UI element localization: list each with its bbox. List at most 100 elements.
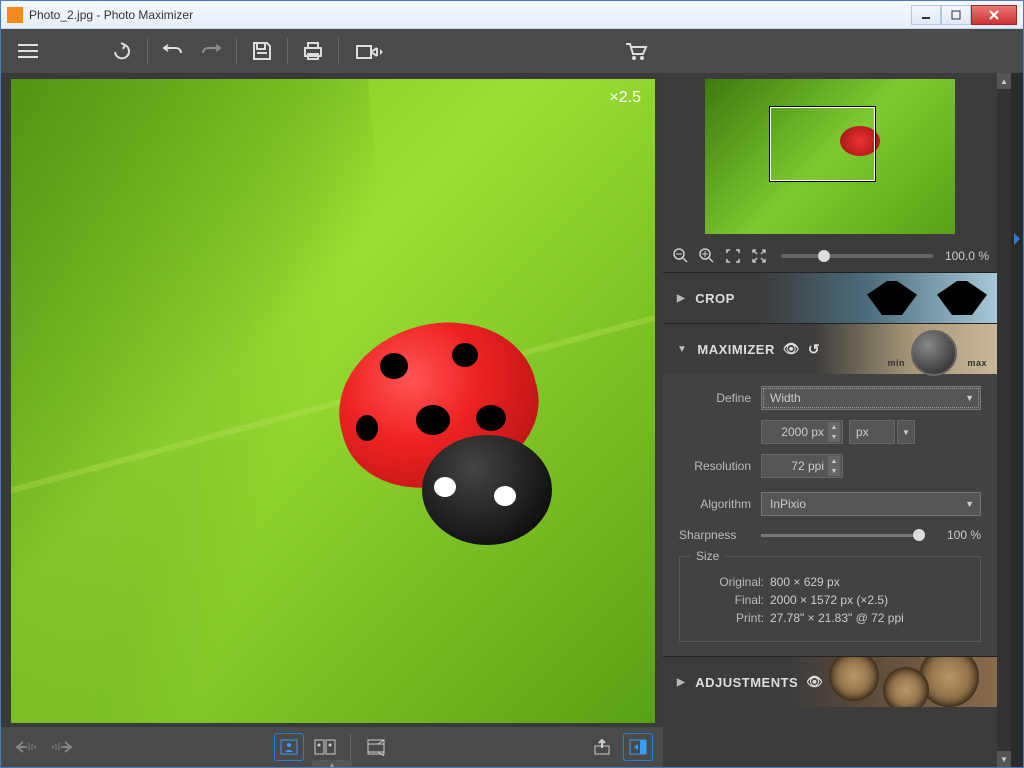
app-body: ×2.5 <box>1 29 1023 767</box>
zoom-out-button[interactable] <box>671 246 691 266</box>
unit-select[interactable]: px <box>849 420 895 444</box>
width-spinner[interactable]: 2000 px ▲ ▼ <box>761 420 843 444</box>
zoom-slider[interactable] <box>781 254 933 258</box>
final-value: 2000 × 1572 px (×2.5) <box>770 593 888 607</box>
filmstrip-icon <box>366 738 386 756</box>
zoom-controls: 100.0 % <box>663 240 997 272</box>
caret-down-icon: ▼ <box>965 499 974 509</box>
print-button[interactable] <box>296 34 330 68</box>
canvas-wrap: ×2.5 <box>1 73 663 767</box>
prev-image-button[interactable] <box>11 733 41 761</box>
crop-hands-graphic <box>867 281 987 315</box>
spinner-up-icon[interactable]: ▲ <box>828 422 840 432</box>
navigator-thumb[interactable] <box>705 79 955 234</box>
adjustments-header[interactable]: ▶ ADJUSTMENTS 👁 <box>663 657 997 707</box>
bottom-handle[interactable]: ▴ <box>312 760 352 767</box>
image-canvas[interactable]: ×2.5 <box>11 79 655 723</box>
print-icon <box>302 41 324 61</box>
crop-label: CROP <box>695 291 735 306</box>
redo-button[interactable] <box>194 34 228 68</box>
zoom-in-button[interactable] <box>697 246 717 266</box>
zoom-percent-label: 100.0 % <box>945 249 989 263</box>
sharpness-slider[interactable] <box>761 534 919 537</box>
film-strip-button[interactable] <box>361 733 391 761</box>
define-select[interactable]: Width ▼ <box>761 386 981 410</box>
sharpness-value: 100 % <box>929 528 981 542</box>
scroll-up-icon[interactable]: ▲ <box>997 73 1011 89</box>
section-maximizer: ▼ MAXIMIZER 👁 ↺ min max Define <box>663 323 997 656</box>
spinner-up-icon[interactable]: ▲ <box>828 456 840 466</box>
redo-icon <box>200 43 222 59</box>
resolution-label: Resolution <box>679 459 751 473</box>
spinner-down-icon[interactable]: ▼ <box>828 466 840 476</box>
size-legend: Size <box>690 549 725 563</box>
dial-max-label: max <box>967 358 987 368</box>
sharpness-knob[interactable] <box>913 529 925 541</box>
undo-button[interactable] <box>156 34 190 68</box>
prev-arrow-icon <box>15 740 37 754</box>
collapse-arrow-icon: ▶ <box>677 293 685 304</box>
crop-header[interactable]: ▶ CROP <box>663 273 997 323</box>
actual-size-icon <box>751 248 767 264</box>
print-value: 27.78" × 21.83" @ 72 ppi <box>770 611 904 625</box>
minimize-button[interactable] <box>911 5 941 25</box>
view-compare-button[interactable] <box>310 733 340 761</box>
panel-toggle-button[interactable] <box>623 733 653 761</box>
resolution-spinner[interactable]: 72 ppi ▲ ▼ <box>761 454 843 478</box>
panel-scrollbar[interactable]: ▲ ▼ <box>997 73 1011 767</box>
save-icon <box>252 41 272 61</box>
caret-down-icon: ▼ <box>965 393 974 403</box>
spinner-down-icon[interactable]: ▼ <box>828 432 840 442</box>
undo-icon <box>162 43 184 59</box>
hamburger-icon <box>18 44 38 58</box>
zoom-slider-knob[interactable] <box>818 250 830 262</box>
final-label: Final: <box>694 593 764 607</box>
menu-button[interactable] <box>11 34 45 68</box>
algorithm-select[interactable]: InPixio ▼ <box>761 492 981 516</box>
window-title: Photo_2.jpg - Photo Maximizer <box>29 8 911 22</box>
side-tab-strip <box>1011 73 1023 767</box>
app-icon <box>7 7 23 23</box>
maximize-icon <box>951 10 961 20</box>
side-tab-handle[interactable] <box>1014 233 1020 245</box>
algorithm-value: InPixio <box>770 497 806 511</box>
undo-all-button[interactable] <box>105 34 139 68</box>
viewport-rect[interactable] <box>770 107 875 181</box>
dial-graphic <box>911 330 957 376</box>
maximize-button[interactable] <box>941 5 971 25</box>
cart-button[interactable] <box>619 34 653 68</box>
zoom-tag: ×2.5 <box>609 89 641 107</box>
algorithm-label: Algorithm <box>679 497 751 511</box>
zoom-in-icon <box>699 248 715 264</box>
window-controls <box>911 5 1017 25</box>
close-button[interactable] <box>971 5 1017 25</box>
actual-size-button[interactable] <box>749 246 769 266</box>
app-window: Photo_2.jpg - Photo Maximizer <box>0 0 1024 768</box>
original-value: 800 × 629 px <box>770 575 840 589</box>
original-label: Original: <box>694 575 764 589</box>
view-single-button[interactable] <box>274 733 304 761</box>
share-button[interactable] <box>347 34 391 68</box>
size-box: Size Original:800 × 629 px Final:2000 × … <box>679 556 981 642</box>
toolbar <box>1 29 1023 73</box>
fit-screen-button[interactable] <box>723 246 743 266</box>
sharpness-label: Sharpness <box>679 528 751 542</box>
scroll-down-icon[interactable]: ▼ <box>997 751 1011 767</box>
define-value: Width <box>770 391 801 405</box>
reset-button-icon[interactable]: ↺ <box>808 341 820 358</box>
export-up-button[interactable] <box>587 733 617 761</box>
save-button[interactable] <box>245 34 279 68</box>
next-image-button[interactable] <box>47 733 77 761</box>
unit-caret[interactable]: ▼ <box>897 420 915 444</box>
visibility-toggle-icon[interactable]: 👁 <box>783 341 800 357</box>
fit-screen-icon <box>725 248 741 264</box>
maximizer-header[interactable]: ▼ MAXIMIZER 👁 ↺ min max <box>663 324 997 374</box>
scroll-track[interactable] <box>997 89 1011 751</box>
ladybug-subject <box>278 324 578 564</box>
maximizer-label: MAXIMIZER <box>697 342 774 357</box>
right-panel: 100.0 % ▶ CROP ▼ MAXIM <box>663 73 1023 767</box>
resolution-value: 72 ppi <box>791 459 824 473</box>
preview-area <box>663 73 997 240</box>
gears-graphic <box>809 657 989 707</box>
share-icon <box>355 42 383 60</box>
